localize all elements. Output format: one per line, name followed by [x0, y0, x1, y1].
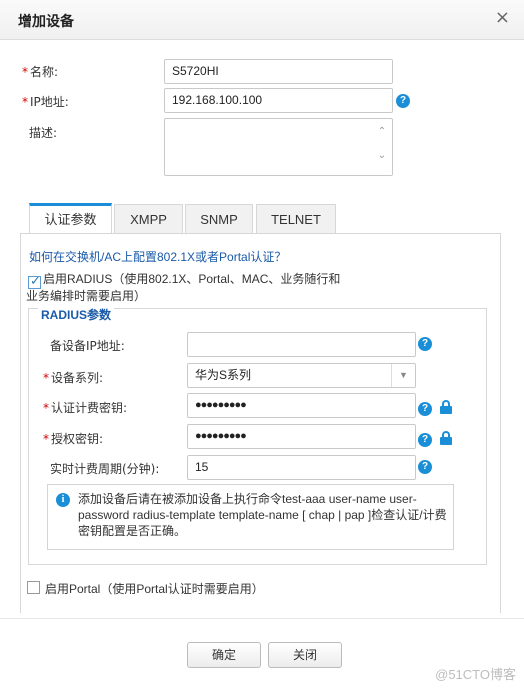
radius-legend: RADIUS参数 [38, 306, 115, 323]
acct-key-label: * 认证计费密钥: [43, 401, 128, 415]
tab-xmpp[interactable]: XMPP [114, 204, 183, 234]
name-input[interactable]: S5720HI [164, 59, 393, 84]
name-label: * 名称: [22, 65, 59, 79]
required-mark: * [43, 371, 49, 385]
scroll-down-icon[interactable]: ⌄ [376, 144, 388, 168]
backup-ip-help-icon[interactable]: ? [418, 337, 432, 351]
tab-telnet[interactable]: TELNET [256, 204, 336, 234]
radius-checkbox-label: 启用RADIUS（使用802.1X、Portal、MAC、业务随行和业务编排时需… [26, 272, 341, 303]
required-mark: * [43, 432, 49, 446]
ip-label: * IP地址: [22, 95, 69, 109]
ip-help-icon[interactable]: ? [396, 94, 410, 108]
tab-snmp[interactable]: SNMP [185, 204, 253, 234]
authz-key-label: * 授权密钥: [43, 432, 104, 446]
lock-icon[interactable] [440, 431, 452, 445]
info-text: 添加设备后请在被添加设备上执行命令test-aaa user-name user… [78, 492, 447, 538]
desc-scrollbar[interactable]: ⌃ ⌄ [376, 120, 388, 168]
series-select-value: 华为S系列 [195, 368, 252, 382]
authz-key-input[interactable]: ●●●●●●●●● [187, 424, 416, 449]
info-box: i 添加设备后请在被添加设备上执行命令test-aaa user-name us… [47, 484, 454, 550]
ok-button[interactable]: 确定 [187, 642, 261, 668]
watermark: @51CTO博客 [435, 667, 516, 682]
period-help-icon[interactable]: ? [418, 460, 432, 474]
lock-icon[interactable] [440, 400, 452, 414]
footer-divider [0, 618, 524, 619]
required-mark: * [22, 95, 28, 109]
required-mark: * [43, 401, 49, 415]
dialog-title: 增加设备 [18, 14, 74, 30]
close-icon[interactable]: × [495, 9, 510, 27]
portal-checkbox[interactable] [27, 581, 40, 594]
period-input[interactable]: 15 [187, 455, 416, 480]
info-icon: i [56, 493, 70, 507]
desc-textarea[interactable] [164, 118, 393, 176]
backup-ip-input[interactable] [187, 332, 416, 357]
dialog-titlebar: 增加设备 × [0, 0, 524, 40]
acct-key-help-icon[interactable]: ? [418, 402, 432, 416]
backup-ip-label: 备设备IP地址: [50, 339, 125, 353]
chevron-down-icon[interactable]: ▼ [391, 364, 415, 387]
portal-checkbox-label: 启用Portal（使用Portal认证时需要启用） [45, 582, 264, 596]
authz-key-help-icon[interactable]: ? [418, 433, 432, 447]
tab-auth-params[interactable]: 认证参数 [29, 203, 112, 234]
desc-label: 描述: [29, 126, 58, 140]
config-help-link[interactable]: 如何在交换机/AC上配置802.1X或者Portal认证？ [29, 248, 286, 265]
series-select[interactable]: 华为S系列 ▼ [187, 363, 416, 388]
ip-input[interactable]: 192.168.100.100 [164, 88, 393, 113]
series-label: * 设备系列: [43, 371, 104, 385]
acct-key-input[interactable]: ●●●●●●●●● [187, 393, 416, 418]
scroll-up-icon[interactable]: ⌃ [376, 120, 388, 144]
period-label: 实时计费周期(分钟): [50, 462, 160, 476]
required-mark: * [22, 65, 28, 79]
close-button[interactable]: 关闭 [268, 642, 342, 668]
